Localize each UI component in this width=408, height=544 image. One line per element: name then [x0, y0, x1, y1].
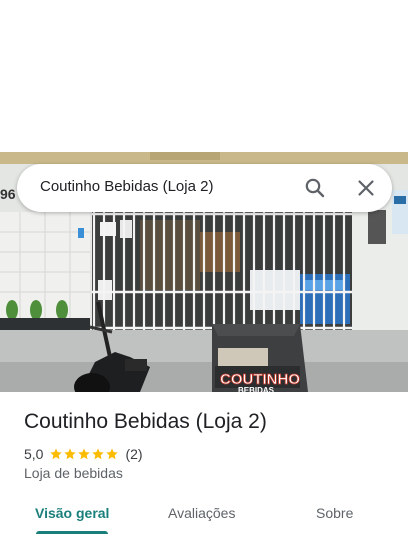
rating-row[interactable]: 5,0 (2)	[24, 445, 143, 463]
cart-subtitle: BEBIDAS	[238, 386, 275, 392]
active-tab-indicator	[36, 531, 108, 534]
tab-reviews[interactable]: Avaliações	[168, 505, 235, 521]
house-number: 96	[0, 186, 16, 202]
tab-overview[interactable]: Visão geral	[35, 505, 109, 521]
star-icon	[78, 448, 91, 460]
tab-about[interactable]: Sobre	[316, 505, 353, 521]
top-blank-area	[0, 0, 408, 152]
search-bar[interactable]: Coutinho Bebidas (Loja 2)	[17, 164, 392, 212]
star-icon	[64, 448, 77, 460]
star-icon	[92, 448, 105, 460]
star-icon	[50, 448, 63, 460]
place-category[interactable]: Loja de bebidas	[24, 465, 123, 481]
review-count[interactable]: (2)	[125, 446, 142, 462]
search-query[interactable]: Coutinho Bebidas (Loja 2)	[40, 178, 213, 195]
place-title: Coutinho Bebidas (Loja 2)	[24, 410, 267, 433]
close-icon[interactable]	[354, 176, 378, 200]
star-icon	[106, 448, 119, 460]
rating-value: 5,0	[24, 446, 44, 462]
rating-stars	[49, 447, 119, 461]
search-icon[interactable]	[303, 176, 327, 200]
tab-bar: Visão geral Avaliações Sobre	[0, 498, 408, 544]
